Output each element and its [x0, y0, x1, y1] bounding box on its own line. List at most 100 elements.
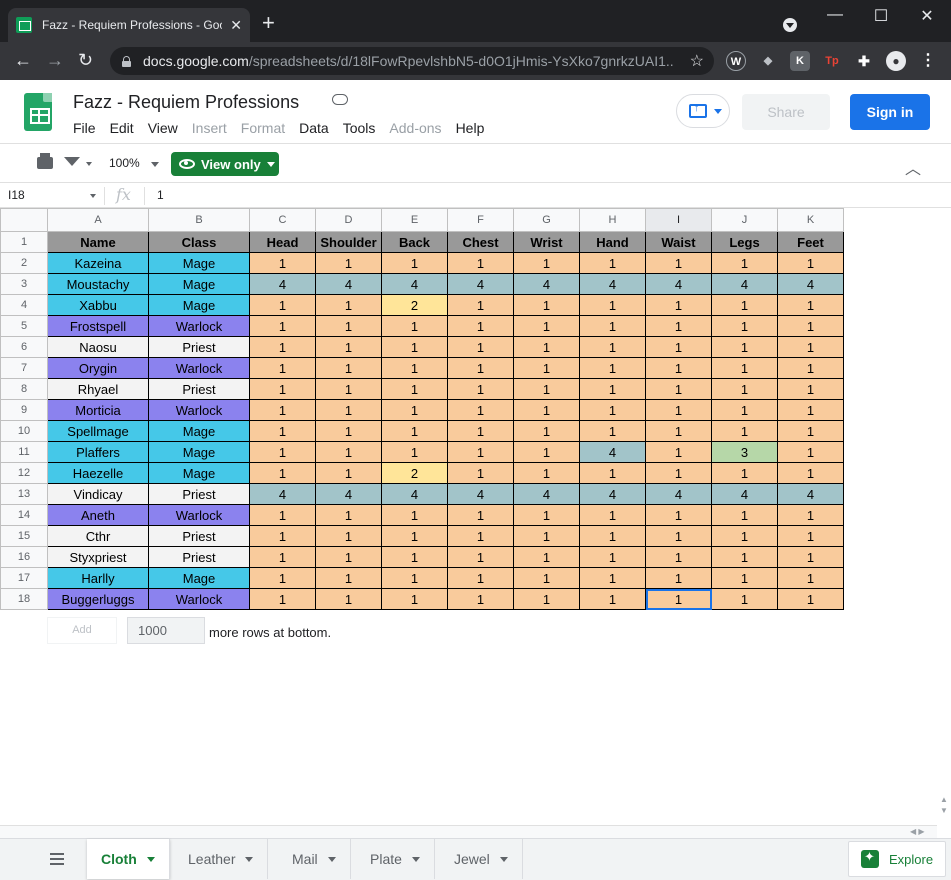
value-cell[interactable]: 1	[645, 336, 712, 358]
vertical-scrollbar[interactable]: ▲ ▼	[937, 794, 951, 838]
value-cell[interactable]: 1	[579, 588, 646, 610]
class-cell[interactable]: Priest	[148, 546, 250, 568]
value-cell[interactable]: 1	[645, 378, 712, 400]
value-cell[interactable]: 1	[249, 357, 316, 379]
column-header-k[interactable]: K	[777, 208, 844, 232]
value-cell[interactable]: 4	[513, 273, 580, 295]
value-cell[interactable]: 1	[447, 441, 514, 463]
value-cell[interactable]: 1	[249, 525, 316, 547]
value-cell[interactable]: 1	[513, 336, 580, 358]
value-cell[interactable]: 1	[447, 504, 514, 526]
header-cell[interactable]: Legs	[711, 231, 778, 253]
sheets-logo-icon[interactable]	[24, 93, 52, 131]
value-cell[interactable]: 1	[249, 294, 316, 316]
value-cell[interactable]: 1	[447, 462, 514, 484]
chevron-up-icon[interactable]: ︿	[905, 155, 921, 179]
menu-tools[interactable]: Tools	[343, 120, 376, 136]
column-header-h[interactable]: H	[579, 208, 646, 232]
column-header-d[interactable]: D	[315, 208, 382, 232]
value-cell[interactable]: 1	[315, 525, 382, 547]
value-cell[interactable]: 1	[711, 399, 778, 421]
name-cell[interactable]: Moustachy	[47, 273, 149, 295]
value-cell[interactable]: 1	[315, 504, 382, 526]
header-cell[interactable]: Head	[249, 231, 316, 253]
value-cell[interactable]: 1	[447, 588, 514, 610]
value-cell[interactable]: 1	[315, 588, 382, 610]
value-cell[interactable]: 1	[447, 315, 514, 337]
name-cell[interactable]: Morticia	[47, 399, 149, 421]
zoom-select[interactable]: 100%	[109, 156, 140, 170]
value-cell[interactable]: 4	[711, 273, 778, 295]
value-cell[interactable]: 1	[777, 252, 844, 274]
class-cell[interactable]: Warlock	[148, 315, 250, 337]
value-cell[interactable]: 1	[315, 399, 382, 421]
value-cell[interactable]: 1	[579, 420, 646, 442]
class-cell[interactable]: Priest	[148, 483, 250, 505]
value-cell[interactable]: 1	[447, 294, 514, 316]
horizontal-scrollbar[interactable]: ◀ ▶	[0, 825, 937, 839]
value-cell[interactable]: 4	[579, 441, 646, 463]
column-header-e[interactable]: E	[381, 208, 448, 232]
value-cell[interactable]: 1	[711, 315, 778, 337]
name-cell[interactable]: Cthr	[47, 525, 149, 547]
header-cell[interactable]: Shoulder	[315, 231, 382, 253]
value-cell[interactable]: 1	[513, 378, 580, 400]
value-cell[interactable]: 1	[777, 420, 844, 442]
class-cell[interactable]: Mage	[148, 441, 250, 463]
value-cell[interactable]: 1	[315, 315, 382, 337]
value-cell[interactable]: 1	[315, 294, 382, 316]
name-cell[interactable]: Rhyael	[47, 378, 149, 400]
name-box[interactable]: I18	[8, 188, 25, 202]
header-cell[interactable]: Wrist	[513, 231, 580, 253]
row-header-16[interactable]: 16	[0, 546, 48, 568]
chevron-down-icon[interactable]	[86, 162, 92, 166]
name-cell[interactable]: Vindicay	[47, 483, 149, 505]
browser-menu-icon[interactable]: ⋮	[918, 51, 938, 71]
address-bar[interactable]: docs.google.com/spreadsheets/d/18lFowRpe…	[110, 47, 714, 75]
name-cell[interactable]: Haezelle	[47, 462, 149, 484]
row-header-5[interactable]: 5	[0, 315, 48, 337]
row-header-15[interactable]: 15	[0, 525, 48, 547]
extension-cube-icon[interactable]: ◆	[758, 51, 778, 71]
print-icon[interactable]	[37, 153, 53, 169]
view-only-button[interactable]: View only	[171, 152, 279, 176]
extension-tp-icon[interactable]: Tp	[822, 51, 842, 71]
value-cell[interactable]: 1	[579, 336, 646, 358]
header-cell[interactable]: Name	[47, 231, 149, 253]
value-cell[interactable]: 1	[249, 504, 316, 526]
tab-leather[interactable]: Leather	[174, 839, 269, 879]
row-header-9[interactable]: 9	[0, 399, 48, 421]
value-cell[interactable]: 4	[315, 273, 382, 295]
value-cell[interactable]: 1	[315, 357, 382, 379]
minimize-button[interactable]: —	[820, 6, 850, 24]
row-header-17[interactable]: 17	[0, 567, 48, 589]
value-cell[interactable]: 1	[645, 357, 712, 379]
value-cell[interactable]: 1	[315, 378, 382, 400]
value-cell[interactable]: 1	[645, 525, 712, 547]
menu-help[interactable]: Help	[456, 120, 485, 136]
value-cell[interactable]: 1	[513, 252, 580, 274]
name-cell[interactable]: Spellmage	[47, 420, 149, 442]
value-cell[interactable]: 1	[645, 588, 712, 610]
value-cell[interactable]: 1	[711, 294, 778, 316]
value-cell[interactable]: 1	[447, 546, 514, 568]
value-cell[interactable]: 1	[447, 357, 514, 379]
add-rows-button[interactable]: Add	[47, 617, 117, 644]
value-cell[interactable]: 1	[447, 420, 514, 442]
row-header-3[interactable]: 3	[0, 273, 48, 295]
name-cell[interactable]: Styxpriest	[47, 546, 149, 568]
row-header-1[interactable]: 1	[0, 231, 48, 253]
value-cell[interactable]: 1	[777, 441, 844, 463]
tab-close-icon[interactable]: ✕	[230, 17, 242, 34]
value-cell[interactable]: 4	[315, 483, 382, 505]
class-cell[interactable]: Priest	[148, 525, 250, 547]
tab-mail[interactable]: Mail	[278, 839, 351, 879]
value-cell[interactable]: 1	[777, 399, 844, 421]
value-cell[interactable]: 1	[315, 420, 382, 442]
value-cell[interactable]: 4	[249, 273, 316, 295]
class-cell[interactable]: Warlock	[148, 504, 250, 526]
value-cell[interactable]: 4	[249, 483, 316, 505]
menu-file[interactable]: File	[73, 120, 96, 136]
class-cell[interactable]: Mage	[148, 567, 250, 589]
value-cell[interactable]: 1	[249, 378, 316, 400]
